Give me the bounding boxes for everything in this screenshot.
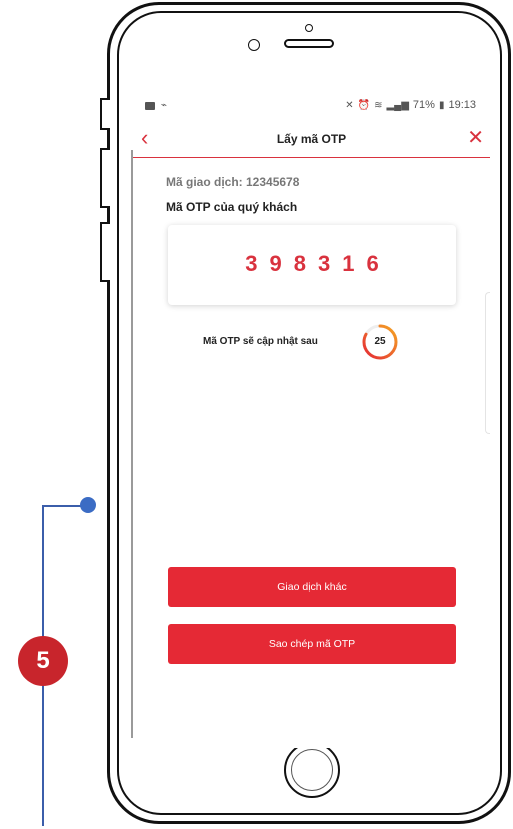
copy-otp-button[interactable]: Sao chép mã OTP [168,624,456,664]
other-transaction-button[interactable]: Giao dịch khác [168,567,456,607]
battery-icon: ▮ [438,99,445,111]
status-left: ⌁ [145,100,167,111]
otp-card: 398316 [168,225,456,305]
otp-label: Mã OTP của quý khách [166,200,298,214]
otp-refresh-text: Mã OTP sẽ cập nhật sau [203,336,318,347]
countdown-seconds: 25 [374,336,386,347]
clock: 19:13 [448,99,476,111]
status-right: ✕ ⏰ ≋ ▂▄▆ 71% ▮ 19:13 [345,99,476,111]
otp-refresh-row: Mã OTP sẽ cập nhật sau 25 [203,323,443,361]
front-camera [248,39,260,51]
alarm-icon: ⏰ [357,99,371,111]
step-badge: 5 [18,636,68,686]
wifi-call-icon: ⌁ [161,100,168,111]
message-icon [145,101,155,110]
app-header: ‹ Lấy mã OTP ✕ [133,120,490,158]
status-bar: ⌁ ✕ ⏰ ≋ ▂▄▆ 71% ▮ 19:13 [133,92,490,120]
transaction-id: Mã giao dịch: 12345678 [166,175,300,189]
close-icon[interactable]: ✕ [467,125,484,151]
page-title: Lấy mã OTP [276,132,347,146]
mute-icon: ✕ [345,99,354,111]
home-button[interactable] [284,742,340,798]
wifi-icon: ≋ [374,99,383,111]
side-button-mute [100,98,110,130]
front-sensor [305,24,313,32]
battery-percent: 71% [412,99,435,111]
otp-code[interactable]: 398316 [168,251,456,277]
app-screen: ⌁ ✕ ⏰ ≋ ▂▄▆ 71% ▮ 19:13 ‹ Lấy mã OTP ✕ M… [133,92,490,748]
earpiece-speaker [284,39,334,48]
countdown-timer: 25 [361,323,399,361]
side-button-volume-down [100,222,110,282]
annotation-dot [80,497,96,513]
signal-icon: ▂▄▆ [386,99,409,111]
side-button-volume-up [100,148,110,208]
scroll-indicator [485,292,490,434]
home-button-ring [291,749,333,791]
